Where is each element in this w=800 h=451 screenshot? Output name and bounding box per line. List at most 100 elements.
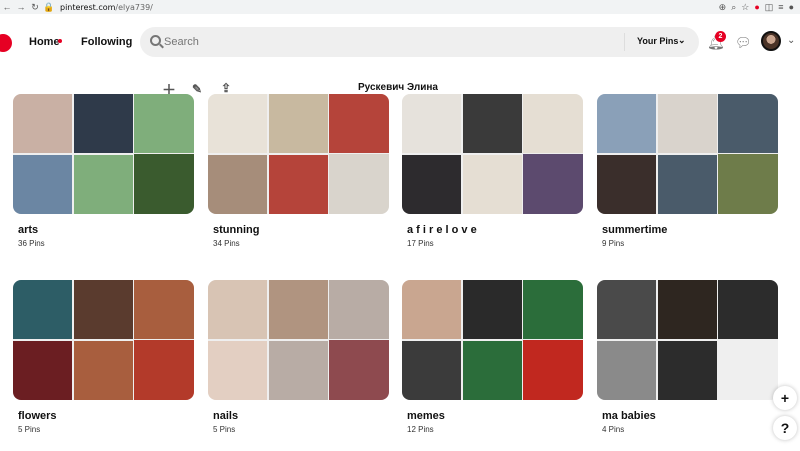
- board-card-a-f-i-r-e-l-o-v-e[interactable]: a f i r e l o v e 17 Pins: [402, 94, 583, 248]
- board-cover-image: [74, 341, 133, 400]
- board-cover-image: [74, 155, 133, 214]
- reload-icon[interactable]: ↻: [28, 0, 42, 14]
- create-pin-button[interactable]: +: [773, 386, 797, 410]
- search-icon: [150, 35, 161, 46]
- board-cover-image: [134, 94, 194, 153]
- board-cover-image: [329, 340, 389, 400]
- board-title[interactable]: stunning: [213, 224, 259, 236]
- forward-icon[interactable]: →: [14, 0, 28, 14]
- board-cover-image: [718, 340, 778, 400]
- nav-following[interactable]: Following: [81, 36, 132, 48]
- board-pin-count: 36 Pins: [18, 239, 45, 248]
- account-chevron-down-icon[interactable]: ⌄: [787, 35, 795, 46]
- board-cover-image: [208, 155, 267, 214]
- lock-icon: 🔒: [43, 2, 55, 12]
- board-card-ma-babies[interactable]: ma babies 4 Pins: [597, 280, 778, 434]
- board-cover[interactable]: [402, 94, 583, 214]
- board-cover-image: [402, 155, 461, 214]
- board-cover[interactable]: [597, 280, 778, 400]
- board-cover-image: [523, 154, 583, 214]
- board-cover-image: [208, 280, 267, 339]
- board-cover-image: [269, 94, 328, 153]
- board-cover-image: [13, 155, 72, 214]
- notification-badge: 2: [715, 31, 726, 42]
- chevron-down-icon[interactable]: ⌄: [678, 35, 686, 46]
- board-cover-image: [523, 94, 583, 153]
- board-title[interactable]: arts: [18, 224, 38, 236]
- board-pin-count: 9 Pins: [602, 239, 625, 248]
- board-cover[interactable]: [13, 280, 194, 400]
- search-divider: [624, 33, 625, 51]
- zoom-icon[interactable]: ⌕: [731, 2, 736, 13]
- board-cover-image: [74, 94, 133, 153]
- board-cover-image: [463, 94, 522, 153]
- search-bar[interactable]: Your Pins ⌄: [140, 27, 699, 57]
- your-pins-filter[interactable]: Your Pins: [637, 36, 678, 46]
- board-cover[interactable]: [13, 94, 194, 214]
- share-icon[interactable]: ⇪: [221, 81, 231, 95]
- board-cover-image: [269, 341, 328, 400]
- back-icon[interactable]: ←: [0, 0, 14, 14]
- board-cover-image: [597, 155, 656, 214]
- board-cover[interactable]: [402, 280, 583, 400]
- board-pin-count: 12 Pins: [407, 425, 434, 434]
- board-cover[interactable]: [597, 94, 778, 214]
- board-cover-image: [134, 280, 194, 339]
- board-title[interactable]: flowers: [18, 410, 57, 422]
- board-cover-image: [402, 341, 461, 400]
- board-cover-image: [13, 280, 72, 339]
- board-title[interactable]: ma babies: [602, 410, 656, 422]
- board-cover-image: [523, 340, 583, 400]
- board-cover-image: [718, 154, 778, 214]
- board-cover-image: [463, 341, 522, 400]
- board-cover-image: [402, 94, 461, 153]
- board-cover-image: [13, 94, 72, 153]
- board-cover-image: [718, 280, 778, 339]
- board-cover-image: [658, 155, 717, 214]
- board-cover[interactable]: [208, 94, 389, 214]
- opera-icon[interactable]: ●: [754, 2, 759, 12]
- board-card-memes[interactable]: memes 12 Pins: [402, 280, 583, 434]
- board-card-nails[interactable]: nails 5 Pins: [208, 280, 389, 434]
- board-cover-image: [269, 155, 328, 214]
- help-button[interactable]: ?: [773, 416, 797, 440]
- board-cover-image: [597, 341, 656, 400]
- board-cover-image: [597, 280, 656, 339]
- board-title[interactable]: summertime: [602, 224, 667, 236]
- profile-icon[interactable]: ●: [789, 2, 794, 12]
- board-cover-image: [134, 154, 194, 214]
- board-card-arts[interactable]: arts 36 Pins: [13, 94, 194, 248]
- board-title[interactable]: nails: [213, 410, 238, 422]
- board-cover[interactable]: [208, 280, 389, 400]
- board-cover-image: [718, 94, 778, 153]
- board-pin-count: 34 Pins: [213, 239, 240, 248]
- board-cover-image: [134, 340, 194, 400]
- board-cover-image: [523, 280, 583, 339]
- site-header: Home Following Your Pins ⌄ 🔔︎ 2 💬︎ ⌄: [0, 14, 800, 70]
- board-card-summertime[interactable]: summertime 9 Pins: [597, 94, 778, 248]
- board-cover-image: [658, 341, 717, 400]
- add-icon[interactable]: ⊕: [719, 2, 727, 13]
- avatar[interactable]: [761, 31, 781, 51]
- search-input[interactable]: [164, 33, 614, 51]
- address-bar[interactable]: pinterest.com/elya739/: [60, 3, 153, 12]
- url-host: pinterest.com: [60, 2, 116, 12]
- extension-icon[interactable]: ◫: [765, 2, 774, 13]
- nav-home[interactable]: Home: [29, 36, 60, 48]
- board-pin-count: 4 Pins: [602, 425, 625, 434]
- home-new-dot: [58, 39, 62, 43]
- board-card-stunning[interactable]: stunning 34 Pins: [208, 94, 389, 248]
- board-cover-image: [463, 155, 522, 214]
- board-cover-image: [208, 341, 267, 400]
- star-icon[interactable]: ☆: [741, 2, 749, 13]
- board-title[interactable]: a f i r e l o v e: [407, 224, 477, 236]
- board-cover-image: [402, 280, 461, 339]
- board-cover-image: [658, 280, 717, 339]
- board-cover-image: [658, 94, 717, 153]
- messages-icon[interactable]: 💬︎: [735, 35, 752, 51]
- board-title[interactable]: memes: [407, 410, 445, 422]
- board-card-flowers[interactable]: flowers 5 Pins: [13, 280, 194, 434]
- menu-icon[interactable]: ≡: [778, 2, 783, 12]
- pinterest-logo-icon[interactable]: [0, 34, 12, 52]
- board-cover-image: [13, 341, 72, 400]
